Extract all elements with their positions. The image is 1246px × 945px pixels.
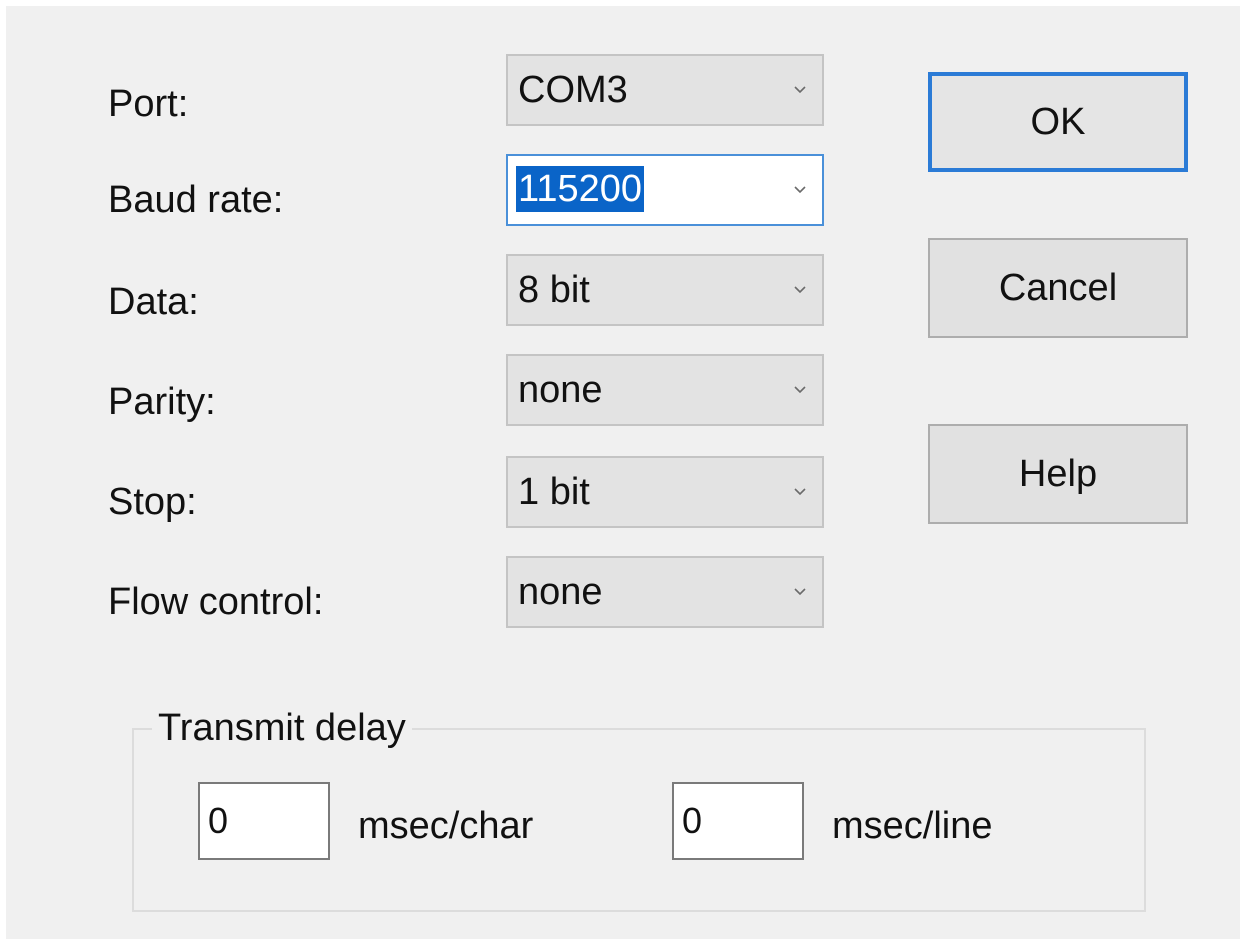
stop-bits-select[interactable]: 1 bit [506, 456, 824, 528]
data-bits-select[interactable]: 8 bit [506, 254, 824, 326]
baud-rate-select-value: 115200 [516, 166, 644, 212]
msec-per-line-input[interactable] [672, 782, 804, 860]
data-bits-select-value: 8 bit [518, 269, 590, 311]
port-select-value: COM3 [518, 69, 628, 111]
baud-rate-select[interactable]: 115200 [506, 154, 824, 226]
cancel-button[interactable]: Cancel [928, 238, 1188, 338]
port-label: Port: [108, 83, 189, 125]
msec-per-char-label: msec/char [358, 805, 534, 847]
stop-bits-label: Stop: [108, 481, 197, 523]
chevron-down-icon [794, 286, 806, 294]
msec-per-char-input[interactable] [198, 782, 330, 860]
flow-control-select[interactable]: none [506, 556, 824, 628]
port-select[interactable]: COM3 [506, 54, 824, 126]
chevron-down-icon [794, 588, 806, 596]
chevron-down-icon [794, 488, 806, 496]
chevron-down-icon [794, 186, 806, 194]
stop-bits-select-value: 1 bit [518, 471, 590, 513]
msec-per-line-label: msec/line [832, 805, 993, 847]
chevron-down-icon [794, 386, 806, 394]
baud-rate-label: Baud rate: [108, 179, 284, 221]
parity-select-value: none [518, 369, 603, 411]
help-button[interactable]: Help [928, 424, 1188, 524]
serial-port-setup-dialog: Port: COM3 Baud rate: 115200 Data: 8 bit… [6, 6, 1240, 939]
chevron-down-icon [794, 86, 806, 94]
parity-select[interactable]: none [506, 354, 824, 426]
ok-button[interactable]: OK [928, 72, 1188, 172]
data-bits-label: Data: [108, 281, 199, 323]
parity-label: Parity: [108, 381, 216, 423]
flow-control-label: Flow control: [108, 581, 324, 623]
flow-control-select-value: none [518, 571, 603, 613]
transmit-delay-title: Transmit delay [152, 706, 412, 750]
